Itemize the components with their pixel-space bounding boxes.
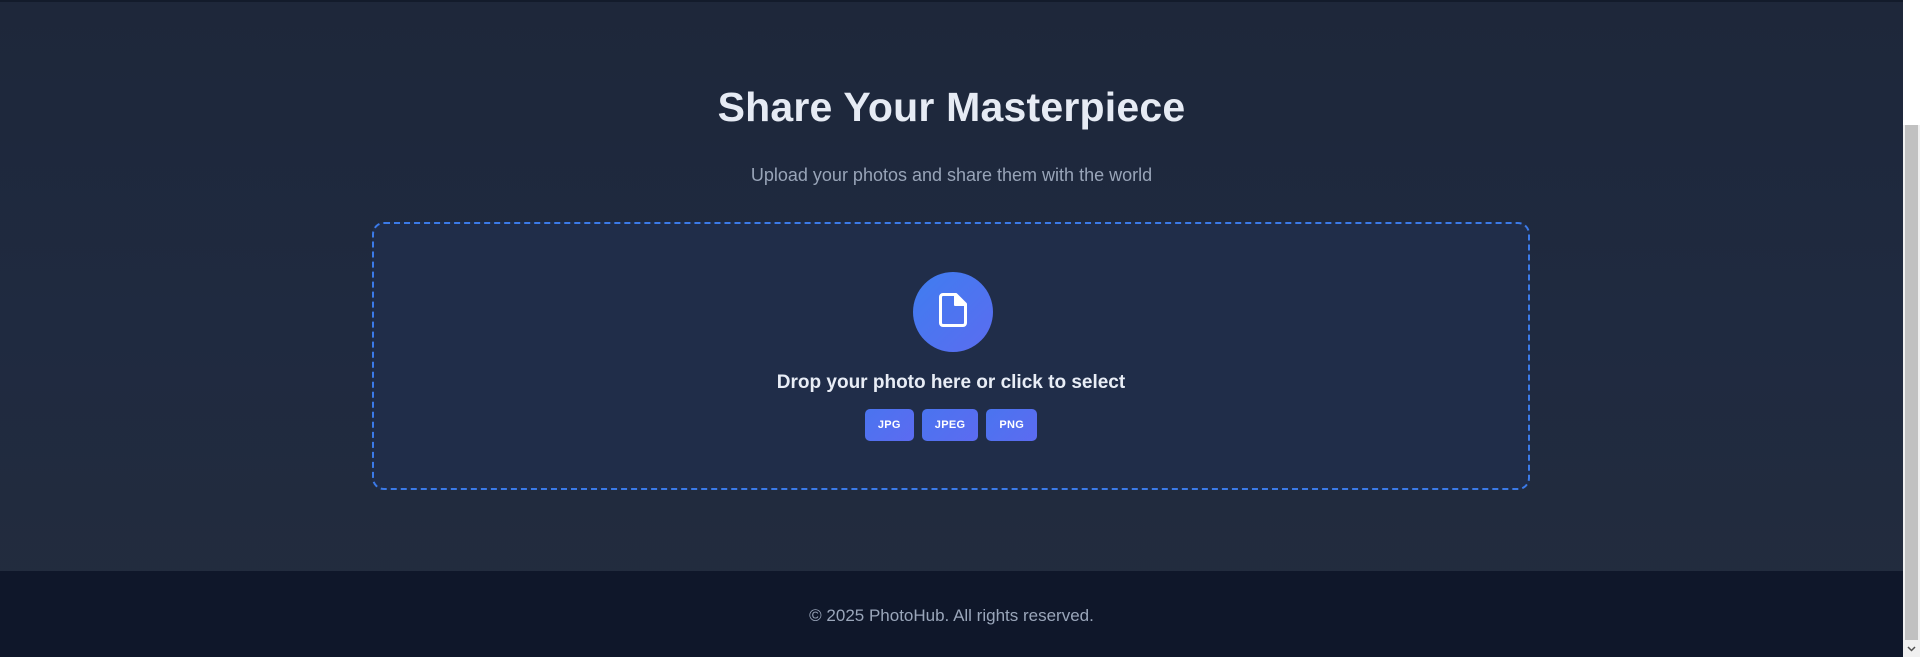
vertical-scrollbar[interactable] bbox=[1903, 0, 1920, 657]
format-badge-jpeg: JPEG bbox=[921, 409, 979, 441]
scrollbar-thumb[interactable] bbox=[1905, 125, 1918, 640]
page-subtitle: Upload your photos and share them with t… bbox=[750, 165, 1153, 185]
format-badge-jpg: JPG bbox=[864, 409, 914, 441]
dropzone-prompt: Drop your photo here or click to select bbox=[776, 372, 1126, 393]
main-content: Share Your Masterpiece Upload your photo… bbox=[0, 0, 1903, 571]
footer-copyright: © 2025 PhotoHub. All rights reserved. bbox=[809, 606, 1094, 625]
format-badge-png: PNG bbox=[986, 409, 1038, 441]
scroll-down-arrow-icon[interactable] bbox=[1903, 640, 1920, 657]
format-badges: JPG JPEG PNG bbox=[374, 409, 1528, 441]
page-title: Share Your Masterpiece bbox=[717, 84, 1186, 130]
upload-icon-circle[interactable] bbox=[913, 272, 993, 352]
file-icon bbox=[938, 292, 968, 333]
footer: © 2025 PhotoHub. All rights reserved. bbox=[0, 571, 1903, 657]
photo-dropzone[interactable]: Drop your photo here or click to select … bbox=[372, 222, 1530, 490]
page: Share Your Masterpiece Upload your photo… bbox=[0, 0, 1920, 657]
scrollbar-track-top bbox=[1903, 0, 1920, 125]
